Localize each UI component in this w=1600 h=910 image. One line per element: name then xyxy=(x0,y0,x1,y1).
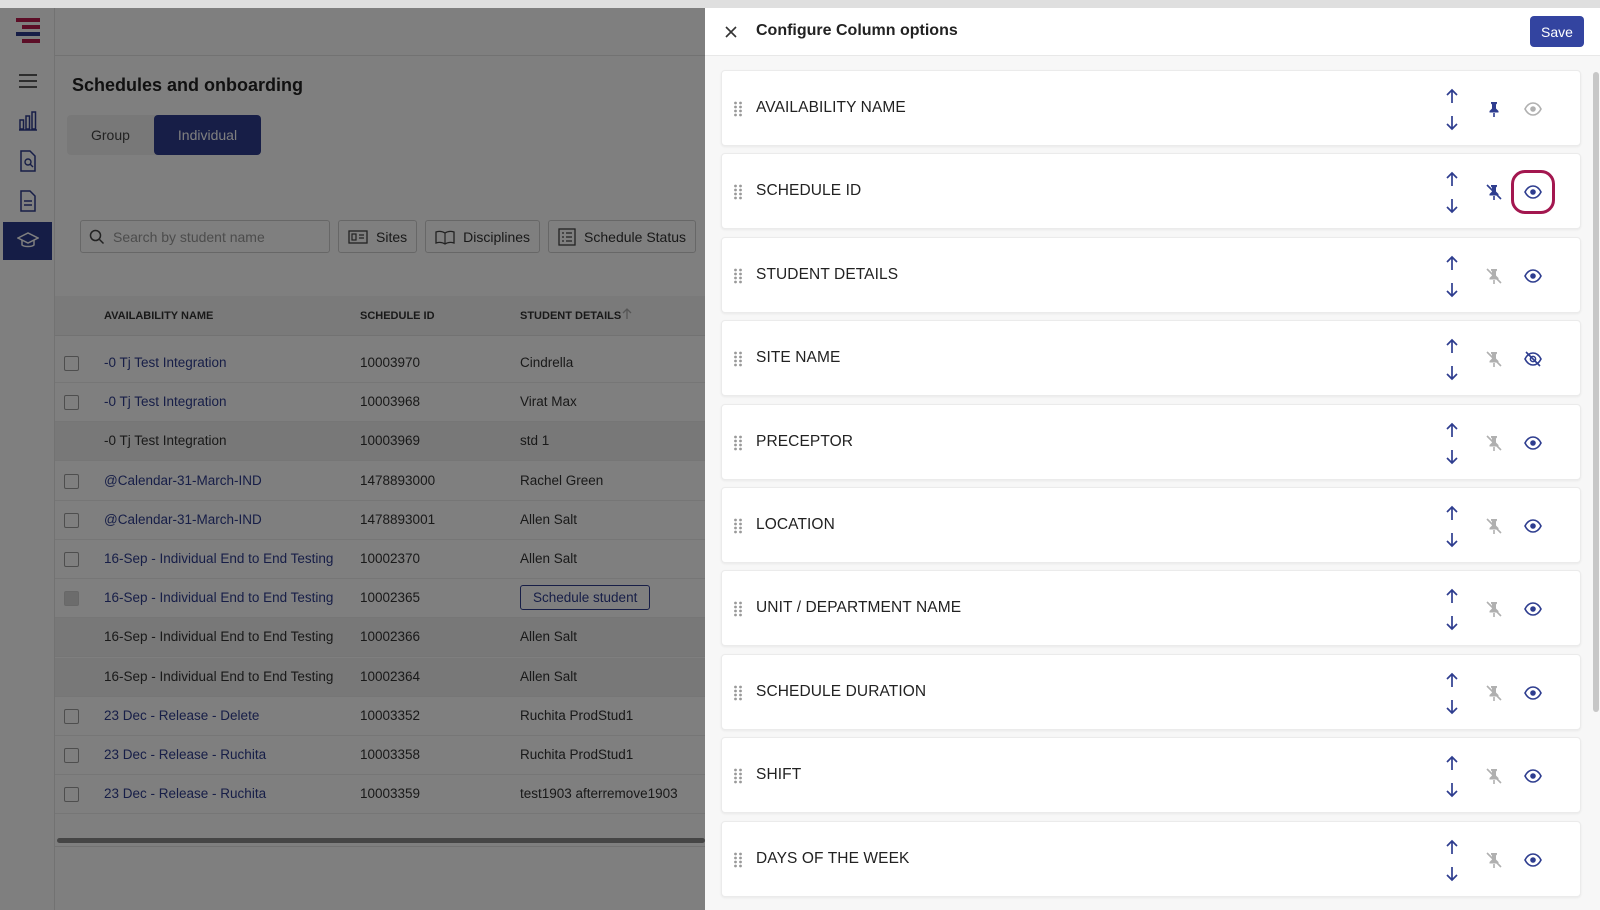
drawer-title: Configure Column options xyxy=(756,22,958,39)
eye-icon[interactable] xyxy=(1524,267,1542,285)
drag-handle-icon[interactable] xyxy=(733,518,743,534)
arrow-up-icon[interactable] xyxy=(1444,505,1460,521)
arrow-down-icon[interactable] xyxy=(1444,532,1460,548)
arrow-up-icon[interactable] xyxy=(1444,672,1460,688)
pin-off-icon[interactable] xyxy=(1485,350,1503,368)
column-label-schedule-id: SCHEDULE ID xyxy=(756,182,862,200)
column-label-days-of-the-week: DAYS OF THE WEEK xyxy=(756,849,910,867)
pin-off-icon[interactable] xyxy=(1485,434,1503,452)
column-option-row[interactable]: SHIFT xyxy=(721,737,1581,814)
eye-icon[interactable] xyxy=(1524,100,1542,118)
arrow-up-icon[interactable] xyxy=(1444,255,1460,271)
column-option-row[interactable]: SCHEDULE ID xyxy=(721,153,1581,230)
eye-icon[interactable] xyxy=(1524,851,1542,869)
pin-off-icon[interactable] xyxy=(1485,767,1503,785)
drag-handle-icon[interactable] xyxy=(733,351,743,367)
drag-handle-icon[interactable] xyxy=(733,101,743,117)
arrow-down-icon[interactable] xyxy=(1444,699,1460,715)
pin-off-icon[interactable] xyxy=(1485,517,1503,535)
column-option-row[interactable]: PRECEPTOR xyxy=(721,403,1581,480)
column-option-row[interactable]: DAYS OF THE WEEK xyxy=(721,820,1581,897)
arrow-up-icon[interactable] xyxy=(1444,422,1460,438)
pin-off-icon[interactable] xyxy=(1485,600,1503,618)
arrow-down-icon[interactable] xyxy=(1444,282,1460,298)
pin-icon[interactable] xyxy=(1485,100,1503,118)
eye-icon[interactable] xyxy=(1524,600,1542,618)
arrow-down-icon[interactable] xyxy=(1444,198,1460,214)
drag-handle-icon[interactable] xyxy=(733,435,743,451)
arrow-up-icon[interactable] xyxy=(1444,839,1460,855)
column-label-shift: SHIFT xyxy=(756,766,802,784)
drag-handle-icon[interactable] xyxy=(733,768,743,784)
save-button[interactable]: Save xyxy=(1530,16,1584,47)
arrow-up-icon[interactable] xyxy=(1444,338,1460,354)
drawer-header: Configure Column options Save xyxy=(705,8,1600,56)
eye-icon[interactable] xyxy=(1524,517,1542,535)
column-option-row[interactable]: SITE NAME xyxy=(721,320,1581,397)
column-label-unit-department-name: UNIT / DEPARTMENT NAME xyxy=(756,599,962,617)
drag-handle-icon[interactable] xyxy=(733,184,743,200)
top-strip xyxy=(0,0,1600,8)
column-option-row[interactable]: STUDENT DETAILS xyxy=(721,236,1581,313)
eye-icon[interactable] xyxy=(1524,684,1542,702)
arrow-down-icon[interactable] xyxy=(1444,449,1460,465)
arrow-down-icon[interactable] xyxy=(1444,782,1460,798)
pin-off-icon[interactable] xyxy=(1485,183,1503,201)
column-label-location: LOCATION xyxy=(756,516,835,533)
column-option-row[interactable]: LOCATION xyxy=(721,487,1581,563)
column-option-row[interactable]: AVAILABILITY NAME xyxy=(721,70,1581,146)
eye-icon[interactable] xyxy=(1524,434,1542,452)
arrow-up-icon[interactable] xyxy=(1444,755,1460,771)
eye-off-icon[interactable] xyxy=(1524,350,1542,368)
modal-backdrop[interactable] xyxy=(0,8,705,910)
arrow-down-icon[interactable] xyxy=(1444,615,1460,631)
column-label-site-name: SITE NAME xyxy=(756,349,841,367)
pin-off-icon[interactable] xyxy=(1485,684,1503,702)
arrow-up-icon[interactable] xyxy=(1444,588,1460,604)
drag-handle-icon[interactable] xyxy=(733,268,743,284)
drag-handle-icon[interactable] xyxy=(733,601,743,617)
arrow-up-icon[interactable] xyxy=(1444,171,1460,187)
pin-off-icon[interactable] xyxy=(1485,267,1503,285)
arrow-down-icon[interactable] xyxy=(1444,365,1460,381)
arrow-down-icon[interactable] xyxy=(1444,866,1460,882)
drag-handle-icon[interactable] xyxy=(733,685,743,701)
column-label-availability-name: AVAILABILITY NAME xyxy=(756,99,906,116)
close-icon[interactable] xyxy=(721,22,741,42)
pin-off-icon[interactable] xyxy=(1485,851,1503,869)
column-label-schedule-duration: SCHEDULE DURATION xyxy=(756,682,927,700)
column-option-row[interactable]: UNIT / DEPARTMENT NAME xyxy=(721,570,1581,647)
column-label-student-details: STUDENT DETAILS xyxy=(756,265,899,283)
eye-icon[interactable] xyxy=(1511,170,1555,215)
drag-handle-icon[interactable] xyxy=(733,852,743,868)
arrow-up-icon[interactable] xyxy=(1444,88,1460,104)
column-label-preceptor: PRECEPTOR xyxy=(756,432,854,450)
vertical-scrollbar-thumb[interactable] xyxy=(1593,72,1599,712)
column-option-row[interactable]: SCHEDULE DURATION xyxy=(721,653,1581,730)
arrow-down-icon[interactable] xyxy=(1444,115,1460,131)
configure-columns-drawer: Configure Column options Save AVAILABILI… xyxy=(705,8,1600,910)
eye-icon[interactable] xyxy=(1524,767,1542,785)
